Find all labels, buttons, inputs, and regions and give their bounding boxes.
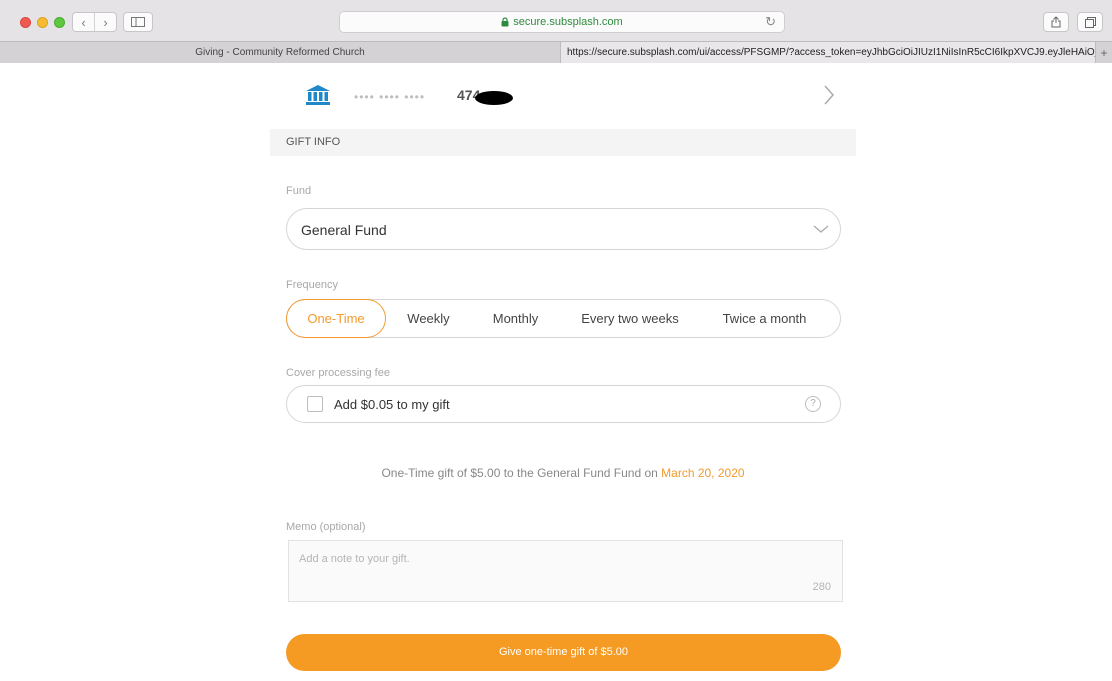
giving-page: •••• •••• •••• 474 GIFT INFO Fund Genera… — [0, 63, 1112, 681]
tabs-icon — [1084, 16, 1096, 28]
lock-icon — [501, 17, 509, 27]
frequency-selector: One-Time Weekly Monthly Every two weeks … — [286, 299, 841, 338]
memo-char-count: 280 — [812, 581, 831, 593]
summary-text: One-Time gift of $5.00 to the General Fu… — [381, 466, 662, 480]
forward-button[interactable]: › — [94, 13, 116, 31]
sidebar-toggle-button[interactable] — [123, 12, 153, 32]
frequency-label: Frequency — [286, 279, 338, 291]
tab-overview-button[interactable] — [1077, 12, 1103, 32]
gift-summary: One-Time gift of $5.00 to the General Fu… — [270, 466, 856, 480]
give-button[interactable]: Give one-time gift of $5.00 — [286, 634, 841, 671]
chevron-right-icon[interactable] — [822, 83, 836, 107]
gift-info-header: GIFT INFO — [270, 129, 856, 156]
frequency-option-one-time[interactable]: One-Time — [286, 299, 386, 338]
memo-label: Memo (optional) — [286, 521, 366, 533]
reload-icon[interactable]: ↻ — [765, 14, 776, 30]
frequency-option-every-two-weeks[interactable]: Every two weeks — [570, 300, 690, 337]
memo-input[interactable]: Add a note to your gift. 280 — [288, 540, 843, 602]
cover-fee-option[interactable]: Add $0.05 to my gift ? — [286, 385, 841, 423]
new-tab-button[interactable]: + — [1096, 42, 1112, 63]
address-text: secure.subsplash.com — [513, 16, 623, 28]
zoom-window-button[interactable] — [54, 17, 65, 28]
cover-fee-text: Add $0.05 to my gift — [334, 397, 450, 412]
help-icon[interactable]: ? — [805, 396, 821, 412]
browser-toolbar: ‹ › secure.subsplash.com ↻ — [0, 0, 1112, 40]
back-button[interactable]: ‹ — [73, 13, 94, 31]
chevron-down-icon — [813, 225, 829, 233]
fund-select[interactable]: General Fund — [286, 208, 841, 250]
sidebar-icon — [131, 17, 145, 27]
share-button[interactable] — [1043, 12, 1069, 32]
share-icon — [1051, 16, 1061, 28]
payment-method-row[interactable]: •••• •••• •••• 474 — [270, 77, 856, 115]
close-window-button[interactable] — [20, 17, 31, 28]
bank-icon — [306, 85, 330, 105]
summary-date: March 20, 2020 — [661, 466, 745, 480]
minimize-window-button[interactable] — [37, 17, 48, 28]
frequency-option-weekly[interactable]: Weekly — [391, 300, 466, 337]
address-bar[interactable]: secure.subsplash.com ↻ — [339, 11, 785, 33]
frequency-option-twice-a-month[interactable]: Twice a month — [707, 300, 822, 337]
fund-label: Fund — [286, 185, 312, 197]
fund-value: General Fund — [301, 222, 387, 238]
memo-placeholder: Add a note to your gift. — [299, 553, 410, 565]
tab-bar: Giving - Community Reformed Church https… — [0, 41, 1112, 63]
cover-fee-checkbox[interactable] — [307, 396, 323, 412]
card-mask: •••• •••• •••• — [354, 90, 426, 104]
tab-access-token[interactable]: https://secure.subsplash.com/ui/access/P… — [561, 42, 1096, 63]
tab-giving[interactable]: Giving - Community Reformed Church — [0, 42, 561, 63]
fee-label: Cover processing fee — [286, 367, 390, 379]
redaction-mark — [475, 91, 513, 105]
frequency-option-monthly[interactable]: Monthly — [477, 300, 554, 337]
browser-chrome: ‹ › secure.subsplash.com ↻ Giving - Comm… — [0, 0, 1112, 63]
history-nav: ‹ › — [72, 12, 117, 32]
